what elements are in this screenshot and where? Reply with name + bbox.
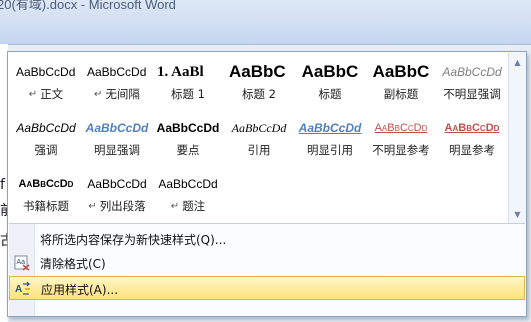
svg-text:A: A: [15, 284, 22, 295]
style-name: ↵ 无间隔: [83, 86, 151, 102]
style-tile[interactable]: AaBbC 副标题: [366, 55, 436, 107]
paragraph-mark-icon: ↵: [88, 200, 97, 212]
style-name-label: 列出段落: [99, 199, 146, 213]
style-sample: AaBbCcDd: [231, 120, 287, 135]
styles-gallery: AaBbCcDd ↵ 正文 AaBbCcDd ↵ 无间隔 1. AaBl 标题 1 AaBbC 标…: [9, 53, 507, 223]
apply-styles-icon: A: [15, 281, 31, 297]
style-name-label: 标题 1: [171, 87, 205, 101]
style-tile[interactable]: AaBbCcDd ↵ 题注: [153, 167, 223, 219]
style-name: 标题: [296, 86, 364, 102]
style-sample: AaBbCcDd: [298, 121, 362, 135]
style-sample: AaBbCcDd: [87, 65, 147, 79]
quick-styles-dropdown: AaBbCcDd ↵ 正文 AaBbCcDd ↵ 无间隔 1. AaBl 标题 1 AaBbC 标…: [7, 51, 527, 317]
paragraph-mark-icon: ↵: [94, 88, 103, 100]
style-name: 明显引用: [296, 142, 364, 158]
style-sample: AaBbCcDd: [87, 177, 147, 191]
paragraph-mark-icon: ↵: [170, 200, 180, 212]
style-name: ↵ 列出段落: [83, 198, 151, 214]
menu-label: 将所选内容保存为新快速样式(Q)...: [40, 233, 227, 247]
style-sample: AaBbCcDd: [374, 122, 428, 134]
style-name: 书籍标题: [12, 198, 80, 214]
style-tile[interactable]: AaBbCcDd 明显引用: [295, 111, 365, 163]
style-name-label: 明显参考: [449, 143, 495, 157]
clear-formatting-icon: Aa: [14, 255, 30, 271]
style-name-label: 强调: [34, 143, 58, 157]
style-sample: AaBbCcDd: [158, 177, 218, 191]
style-sample: AaBbCcDd: [444, 122, 500, 134]
style-sample: AaBbCcDd: [85, 121, 149, 135]
style-sample: AaBbCcDd: [18, 178, 74, 190]
style-name: 标题 2: [225, 86, 293, 102]
style-sample: AaBbCcDd: [442, 65, 502, 79]
gallery-scrollbar[interactable]: ▲ ▼: [508, 53, 526, 223]
style-tile[interactable]: AaBbCcDd ↵ 正文: [11, 55, 81, 107]
style-tile[interactable]: AaBbCcDd 不明显强调: [437, 55, 507, 107]
style-tile[interactable]: AaBbC 标题 2: [224, 55, 294, 107]
style-name-label: 明显强调: [94, 143, 140, 157]
style-name-label: 无间隔: [105, 87, 140, 101]
style-name: 要点: [154, 142, 222, 158]
style-name: 标题 1: [154, 86, 222, 102]
style-name: 明显参考: [438, 142, 506, 158]
style-name: 副标题: [367, 86, 435, 102]
style-sample: AaBbCcDd: [16, 121, 76, 135]
style-name-label: 不明显强调: [443, 87, 501, 101]
save-as-quick-style-item[interactable]: 将所选内容保存为新快速样式(Q)...: [9, 227, 525, 251]
style-name: 不明显参考: [367, 142, 435, 158]
style-name-label: 要点: [176, 143, 200, 157]
style-tile[interactable]: AaBbCcDd 明显强调: [82, 111, 152, 163]
style-sample: AaBbCcDd: [16, 65, 76, 79]
doc-text: f: [0, 177, 5, 193]
style-sample: 1. AaBl: [157, 63, 204, 80]
style-tile[interactable]: AaBbCcDd 强调: [11, 111, 81, 163]
style-name-label: 标题: [318, 87, 342, 101]
menu-label: 应用样式(A)...: [41, 283, 119, 297]
menu-label: 清除格式(C): [40, 257, 106, 271]
menu-separator: [9, 223, 525, 224]
style-tile[interactable]: AaBbCcDd 不明显参考: [366, 111, 436, 163]
style-name-label: 引用: [247, 143, 271, 157]
paragraph-mark-icon: ↵: [28, 88, 38, 100]
style-name: 引用: [225, 142, 293, 158]
window-title: 20(有域).docx - Microsoft Word: [0, 0, 176, 12]
style-name-label: 正文: [40, 87, 64, 101]
apply-styles-item[interactable]: A 应用样式(A)...: [9, 276, 525, 300]
style-name: ↵ 题注: [154, 198, 222, 214]
style-tile[interactable]: 1. AaBl 标题 1: [153, 55, 223, 107]
style-name-label: 不明显参考: [372, 143, 430, 157]
style-name-label: 副标题: [383, 87, 419, 101]
style-sample: AaBbCcDd: [156, 121, 220, 135]
ribbon-strip: [0, 22, 531, 45]
style-sample: AaBbC: [301, 62, 359, 81]
style-name-label: 标题 2: [242, 87, 276, 101]
style-name-label: 明显引用: [307, 143, 353, 157]
style-tile[interactable]: AaBbC 标题: [295, 55, 365, 107]
style-tile[interactable]: AaBbCcDd ↵ 无间隔: [82, 55, 152, 107]
style-tile[interactable]: AaBbCcDd 书籍标题: [11, 167, 81, 219]
style-sample: AaBbC: [372, 62, 430, 81]
style-tile[interactable]: AaBbCcDd 要点: [153, 111, 223, 163]
scroll-up-icon[interactable]: ▲: [509, 55, 526, 69]
style-name: 不明显强调: [438, 86, 506, 102]
scroll-down-icon[interactable]: ▼: [509, 207, 526, 221]
style-tile[interactable]: AaBbCcDd 明显参考: [437, 111, 507, 163]
style-sample: AaBbC: [229, 62, 286, 81]
style-name-label: 题注: [182, 199, 206, 213]
style-tile[interactable]: AaBbCcDd 引用: [224, 111, 294, 163]
style-tile[interactable]: AaBbCcDd ↵ 列出段落: [82, 167, 152, 219]
style-name: ↵ 正文: [12, 86, 80, 102]
style-name-label: 书籍标题: [23, 199, 69, 213]
clear-formatting-item[interactable]: Aa 清除格式(C): [9, 251, 525, 275]
style-name: 明显强调: [83, 142, 151, 158]
style-name: 强调: [12, 142, 80, 158]
